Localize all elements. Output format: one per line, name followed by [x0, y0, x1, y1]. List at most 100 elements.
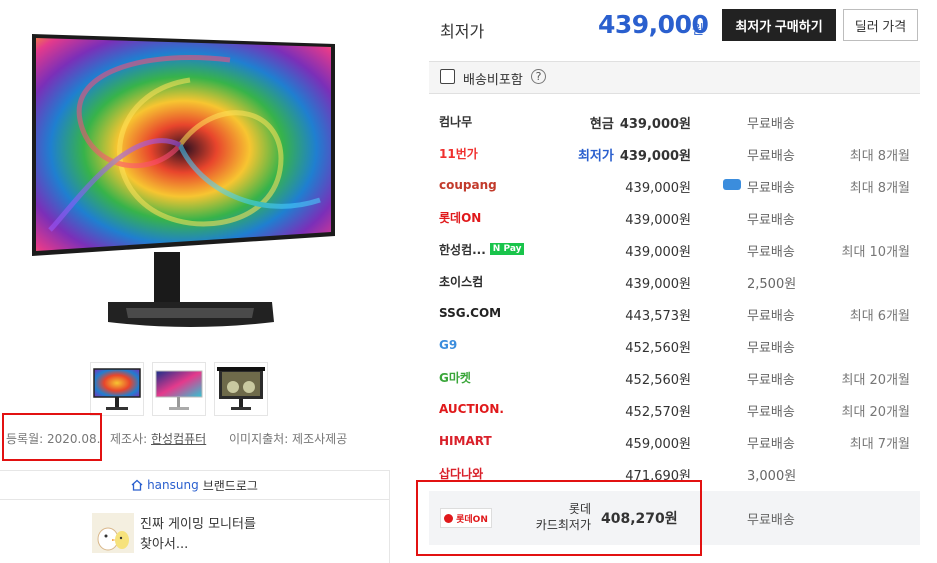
price-value: 439,000원 [625, 181, 691, 196]
card-shipping: 무료배송 [747, 513, 795, 528]
seller-price[interactable]: 452,570원 [625, 401, 691, 420]
image-source: 이미지출처: 제조사제공 [229, 432, 348, 446]
maker-link[interactable]: 한성컴퓨터 [151, 432, 206, 446]
seller-logo[interactable]: 컴나무 [439, 112, 472, 130]
npay-badge: N Pay [489, 243, 525, 255]
seller-logo[interactable]: 한성컴... N Pay [439, 240, 525, 258]
seller-logo-text: SSG.COM [439, 306, 502, 320]
seller-price[interactable]: 459,000원 [625, 433, 691, 452]
shipping-fee: 2,500원 [747, 277, 797, 292]
seller-logo[interactable]: HIMART [439, 432, 492, 450]
rocket-delivery-icon [723, 179, 741, 190]
seller-row[interactable]: AUCTION. 452,570원 무료배송 최대 20개월 [429, 393, 920, 425]
installment-info: 최대 6개월 [849, 309, 910, 324]
seller-logo-text: 컴나무 [439, 114, 473, 129]
brand-name[interactable]: hansung [147, 478, 199, 492]
seller-row[interactable]: G마켓 452,560원 무료배송 최대 20개월 [429, 361, 920, 393]
dealer-price-button[interactable]: 딜러 가격 [843, 9, 918, 41]
seller-price[interactable]: 443,573원 [625, 305, 691, 324]
installment-info: 최대 20개월 [841, 373, 910, 388]
installment-info: 최대 10개월 [841, 245, 910, 260]
brand-logo-bar[interactable]: hansung 브랜드로그 [0, 470, 390, 500]
brand-log-link[interactable]: 브랜드로그 [203, 477, 258, 494]
seller-logo[interactable]: G9 [439, 336, 457, 354]
review-title-line1: 진짜 게이밍 모니터를 [140, 517, 256, 532]
shipping-fee: 무료배송 [747, 181, 795, 196]
seller-row[interactable]: 롯데ON 439,000원 무료배송 [429, 201, 920, 233]
price-value: 452,560원 [625, 373, 691, 388]
seller-price[interactable]: 현금 439,000원 [590, 113, 691, 132]
thumbnail-1[interactable] [90, 362, 144, 416]
maker-label: 제조사: [110, 432, 148, 446]
shipping-fee: 무료배송 [747, 309, 795, 324]
review-title-line2: 찾아서... [140, 537, 189, 552]
seller-row[interactable]: coupang 439,000원 무료배송 최대 8개월 [429, 169, 920, 201]
price-tag-label: 현금 [589, 117, 614, 132]
thumbnail-2[interactable] [152, 362, 206, 416]
seller-price[interactable]: 439,000원 [625, 209, 691, 228]
seller-row[interactable]: G9 452,560원 무료배송 [429, 329, 920, 361]
seller-logo-text: AUCTION. [439, 402, 504, 416]
seller-logo-text: G마켓 [439, 370, 471, 385]
price-value: 439,000원 [625, 245, 691, 260]
price-value: 439,000원 [619, 149, 691, 164]
installment-info: 최대 8개월 [849, 181, 910, 196]
shipping-fee: 무료배송 [747, 245, 795, 260]
seller-logo[interactable]: coupang [439, 176, 497, 194]
shipping-fee: 무료배송 [747, 373, 795, 388]
buy-lowest-button[interactable]: 최저가 구매하기 [722, 9, 836, 41]
seller-price[interactable]: 439,000원 [625, 273, 691, 292]
price-value: 452,560원 [625, 341, 691, 356]
seller-logo[interactable]: SSG.COM [439, 304, 501, 322]
seller-logo-text: 롯데ON [439, 210, 482, 225]
seller-price[interactable]: 최저가 439,000원 [578, 145, 691, 164]
include-shipping-label[interactable]: 배송비포함 [463, 69, 523, 88]
seller-price[interactable]: 452,560원 [625, 369, 691, 388]
seller-logo-text: HIMART [439, 434, 492, 448]
seller-row[interactable]: SSG.COM 443,573원 무료배송 최대 6개월 [429, 297, 920, 329]
shipping-fee: 무료배송 [747, 405, 795, 420]
review-card[interactable]: 진짜 게이밍 모니터를 찾아서... [0, 500, 390, 563]
seller-price[interactable]: 439,000원 [625, 177, 691, 196]
shipping-filter-bar: 배송비포함 ? [429, 61, 920, 94]
price-value: 439,000원 [625, 213, 691, 228]
seller-row[interactable]: 한성컴... N Pay 439,000원 무료배송 최대 10개월 [429, 233, 920, 265]
price-value: 439,000원 [625, 277, 691, 292]
shipping-fee: 무료배송 [747, 341, 795, 356]
price-value: 459,000원 [625, 437, 691, 452]
seller-logo[interactable]: G마켓 [439, 368, 471, 386]
seller-logo-text: G9 [439, 338, 458, 352]
shipping-fee: 3,000원 [747, 469, 797, 484]
seller-row[interactable]: 11번가 최저가 439,000원 무료배송 최대 8개월 [429, 137, 920, 169]
price-value: 439,000원 [619, 117, 691, 132]
seller-logo[interactable]: 롯데ON [439, 208, 481, 226]
lowest-price-label: 최저가 [440, 22, 485, 41]
price-tag-label: 최저가 [577, 149, 614, 164]
shipping-fee: 무료배송 [747, 149, 795, 164]
price-unit: 원 [692, 23, 704, 38]
seller-logo-text: 삽다나와 [439, 466, 484, 481]
seller-price[interactable]: 439,000원 [625, 241, 691, 260]
price-value: 452,570원 [625, 405, 691, 420]
help-icon[interactable]: ? [531, 69, 546, 84]
highlight-box-date [2, 413, 102, 461]
include-shipping-checkbox[interactable] [440, 69, 455, 84]
installment-info: 최대 7개월 [849, 437, 910, 452]
review-thumbnail [92, 513, 134, 553]
installment-info: 최대 8개월 [849, 149, 910, 164]
seller-row[interactable]: 컴나무 현금 439,000원 무료배송 [429, 105, 920, 137]
seller-logo[interactable]: AUCTION. [439, 400, 504, 418]
seller-row[interactable]: 초이스컴 439,000원 2,500원 [429, 265, 920, 297]
installment-info: 최대 20개월 [841, 405, 910, 420]
seller-logo-text: 11번가 [439, 146, 478, 161]
seller-row[interactable]: HIMART 459,000원 무료배송 최대 7개월 [429, 425, 920, 457]
price-value: 443,573원 [625, 309, 691, 324]
seller-logo[interactable]: 초이스컴 [439, 272, 483, 290]
seller-logo-text: 한성컴... [439, 242, 486, 257]
highlight-box-card [416, 480, 702, 556]
product-image[interactable] [30, 30, 350, 340]
seller-logo[interactable]: 11번가 [439, 144, 478, 162]
seller-price[interactable]: 452,560원 [625, 337, 691, 356]
thumbnail-3[interactable] [214, 362, 268, 416]
seller-logo-text: coupang [439, 178, 497, 192]
